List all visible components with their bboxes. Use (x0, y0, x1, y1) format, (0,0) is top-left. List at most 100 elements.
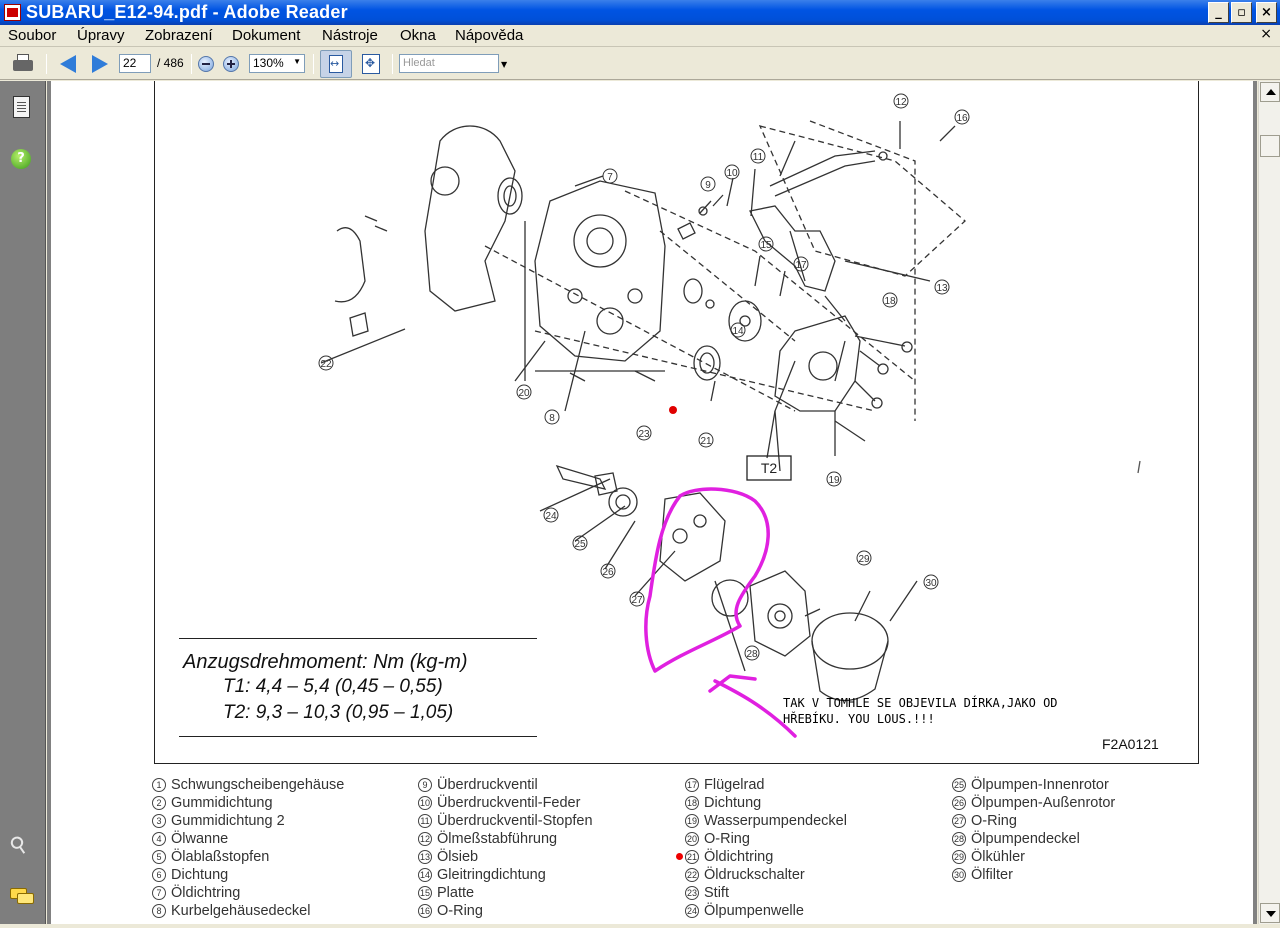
legend-number: 22 (685, 868, 699, 882)
callout-label: 23 (638, 429, 650, 440)
torque-rule-top (179, 638, 537, 639)
legend-label: Gummidichtung 2 (171, 813, 285, 829)
legend-item: 24 Ölpumpenwelle (685, 902, 847, 920)
callout-label: 20 (518, 388, 530, 399)
legend-number: 20 (685, 832, 699, 846)
callout-label: 22 (320, 359, 332, 370)
scroll-up-button[interactable] (1260, 82, 1280, 102)
toolbar-separator (392, 54, 393, 74)
legend-label: Wasserpumpendeckel (704, 813, 847, 829)
menu-napoveda[interactable]: Nápověda (455, 27, 523, 44)
toolbar-separator (191, 54, 192, 74)
callout-label: 17 (795, 260, 807, 271)
maximize-button[interactable]: ▫ (1231, 2, 1252, 23)
legend-label: Ölpumpenwelle (704, 903, 804, 919)
legend-label: O-Ring (971, 813, 1017, 829)
legend-number: 28 (952, 832, 966, 846)
callout-label: 11 (753, 152, 764, 163)
legend-item: 30 Ölfilter (952, 866, 1115, 884)
menu-soubor[interactable]: Soubor (8, 27, 56, 44)
legend-item: 21 Öldichtring (685, 848, 847, 866)
legend-item: 28 Ölpumpendeckel (952, 830, 1115, 848)
zoom-level-value: 130% (253, 56, 284, 70)
legend-column-3: 17 Flügelrad 18 Dichtung 19 Wasserpumpendecke… (685, 776, 847, 920)
toolbar-separator (313, 54, 314, 74)
legend-item: 3 Gummidichtung 2 (152, 812, 344, 830)
callout-label: 27 (631, 595, 643, 606)
legend-column-1: 1 Schwungscheibengehäuse 2 Gummidichtung 3 Gu… (152, 776, 344, 920)
legend-number: 11 (418, 814, 432, 828)
callout-label: 30 (925, 578, 937, 589)
close-button[interactable]: × (1256, 2, 1277, 23)
callout-label: 7 (607, 172, 613, 183)
legend-number: 15 (418, 886, 432, 900)
paperclip-icon[interactable]: ⚲ (5, 831, 33, 861)
pages-panel-icon[interactable] (13, 96, 30, 118)
legend-item: 12 Ölmeßstabführung (418, 830, 593, 848)
legend-number: 6 (152, 868, 166, 882)
legend-label: Ölkühler (971, 849, 1025, 865)
torque-spec: Anzugsdrehmoment: Nm (kg-m) T1: 4,4 – 5,… (179, 638, 537, 737)
legend-item: 27 O-Ring (952, 812, 1115, 830)
zoom-level-select[interactable]: 130% ▼ (249, 54, 305, 73)
zoom-out-icon[interactable] (198, 56, 214, 72)
vertical-scrollbar[interactable] (1258, 81, 1280, 924)
annotation-line: TAK V TOMHLE SE OBJEVILA DÍRKA,JAKO OD (783, 696, 1058, 710)
legend-label: Stift (704, 885, 729, 901)
scroll-thumb[interactable] (1260, 135, 1280, 157)
legend-label: Gleitringdichtung (437, 867, 546, 883)
legend-number: 29 (952, 850, 966, 864)
callout-label: 19 (828, 475, 840, 486)
window-title: SUBARU_E12-94.pdf - Adobe Reader (26, 2, 348, 22)
callout-label: 21 (700, 436, 712, 447)
scroll-down-button[interactable] (1260, 903, 1280, 923)
search-input[interactable]: Hledat (399, 54, 499, 73)
legend-item: 15 Platte (418, 884, 593, 902)
document-viewport[interactable]: 12 16 7 9 10 11 15 17 13 18 22 20 8 14 2… (47, 81, 1257, 924)
page-number-input[interactable]: 22 (119, 54, 151, 73)
legend-item: 29 Ölkühler (952, 848, 1115, 866)
legend-number: 4 (152, 832, 166, 846)
menu-okna[interactable]: Okna (400, 27, 436, 44)
legend-label: Dichtung (704, 795, 762, 811)
legend-label: Ölpumpen-Außenrotor (971, 795, 1116, 811)
help-icon[interactable]: ? (11, 149, 31, 169)
menu-zobrazeni[interactable]: Zobrazení (145, 27, 213, 44)
callout-label: 14 (732, 326, 744, 337)
legend-item: 2 Gummidichtung (152, 794, 344, 812)
legend-item: 13 Ölsieb (418, 848, 593, 866)
torque-rule-bottom (179, 736, 537, 737)
arrow-right-icon[interactable] (92, 55, 108, 73)
toolbar-separator (46, 54, 47, 74)
legend-item: 14 Gleitringdichtung (418, 866, 593, 884)
menu-dokument[interactable]: Dokument (232, 27, 300, 44)
arrow-left-icon[interactable] (60, 55, 76, 73)
zoom-in-icon[interactable] (223, 56, 239, 72)
printer-icon[interactable] (10, 52, 36, 76)
navigation-panel: ? ⚲ (0, 81, 46, 924)
menu-bar: Soubor Úpravy Zobrazení Dokument Nástroj… (0, 25, 1280, 47)
title-bar[interactable]: SUBARU_E12-94.pdf - Adobe Reader _ ▫ × (0, 0, 1280, 25)
fit-page-icon[interactable] (362, 54, 380, 74)
legend-number: 26 (952, 796, 966, 810)
legend-item: 20 O-Ring (685, 830, 847, 848)
legend-item: 7 Öldichtring (152, 884, 344, 902)
menu-nastroje[interactable]: Nástroje (322, 27, 378, 44)
red-marker (669, 406, 677, 414)
legend-label: Ölablaßstopfen (171, 849, 270, 865)
legend-label: Ölwanne (171, 831, 229, 847)
legend-column-2: 9 Überdruckventil 10 Überdruckventil-Feder 1… (418, 776, 593, 920)
chevron-down-icon: ▼ (293, 57, 301, 66)
callout-label: 8 (549, 413, 555, 424)
menu-upravy[interactable]: Úpravy (77, 27, 125, 44)
legend-label: Ölpumpendeckel (971, 831, 1080, 847)
legend-label: Überdruckventil (437, 777, 538, 793)
callout-label: 10 (726, 168, 738, 179)
document-close-button[interactable]: × (1260, 26, 1272, 42)
legend-item: 18 Dichtung (685, 794, 847, 812)
comments-icon[interactable] (10, 888, 34, 904)
search-dropdown-icon[interactable]: ▼ (501, 60, 507, 69)
legend-item: 8 Kurbelgehäusedeckel (152, 902, 344, 920)
minimize-button[interactable]: _ (1208, 2, 1229, 23)
fit-width-button[interactable] (320, 50, 352, 78)
